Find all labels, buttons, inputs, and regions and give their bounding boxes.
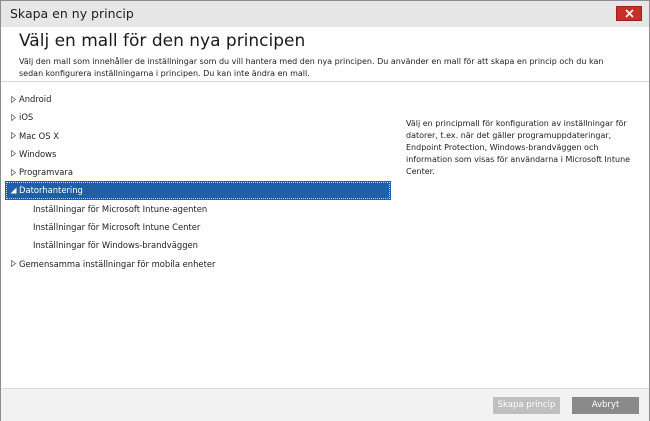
tree-item-intune-agent-settings[interactable]: Inställningar för Microsoft Intune-agent… bbox=[5, 200, 391, 218]
title-bar: Skapa en ny princip bbox=[1, 1, 649, 27]
dialog-footer: Skapa princip Avbryt bbox=[1, 388, 649, 421]
tree-item-mac-os-x[interactable]: Mac OS X bbox=[5, 127, 391, 145]
tree-item-label: Gemensamma inställningar för mobila enhe… bbox=[19, 258, 216, 269]
triangle-down-icon[interactable] bbox=[9, 181, 17, 199]
triangle-right-icon[interactable] bbox=[9, 163, 17, 181]
tree-item-label: Inställningar för Microsoft Intune-agent… bbox=[33, 203, 208, 214]
tree-item-windows-firewall-settings[interactable]: Inställningar för Windows-brandväggen bbox=[5, 236, 391, 254]
tree-item-intune-center-settings[interactable]: Inställningar för Microsoft Intune Cente… bbox=[5, 218, 391, 236]
tree-item-label: Android bbox=[19, 94, 52, 104]
tree-item-label: Inställningar för Windows-brandväggen bbox=[33, 240, 198, 251]
template-tree: Android iOS Mac OS X Windows Programvara… bbox=[5, 90, 391, 273]
tree-item-datorhantering[interactable]: Datorhantering bbox=[5, 181, 391, 200]
triangle-right-icon[interactable] bbox=[9, 145, 17, 163]
triangle-right-icon[interactable] bbox=[9, 127, 17, 145]
close-button[interactable] bbox=[616, 6, 642, 21]
dialog-content: Android iOS Mac OS X Windows Programvara… bbox=[1, 82, 649, 388]
tree-item-ios[interactable]: iOS bbox=[5, 108, 391, 126]
template-description: Välj en principmall för konfiguration av… bbox=[406, 119, 631, 176]
page-title: Välj en mall för den nya principen bbox=[19, 31, 306, 51]
tree-item-common-mobile-settings[interactable]: Gemensamma inställningar för mobila enhe… bbox=[5, 255, 391, 273]
tree-item-label: Datorhantering bbox=[19, 185, 83, 196]
close-icon bbox=[624, 9, 634, 18]
cancel-button[interactable]: Avbryt bbox=[572, 397, 639, 414]
tree-item-label: iOS bbox=[19, 112, 34, 123]
dialog-window: Skapa en ny princip Välj en mall för den… bbox=[0, 0, 650, 421]
triangle-right-icon[interactable] bbox=[9, 255, 17, 273]
create-policy-button[interactable]: Skapa princip bbox=[493, 397, 560, 414]
window-title: Skapa en ny princip bbox=[10, 6, 134, 21]
header-description: Välj den mall som innehåller de inställn… bbox=[19, 57, 604, 78]
tree-item-label: Mac OS X bbox=[19, 130, 59, 141]
triangle-right-icon[interactable] bbox=[9, 90, 17, 108]
tree-item-label: Programvara bbox=[19, 167, 73, 178]
tree-item-label: Inställningar för Microsoft Intune Cente… bbox=[33, 222, 201, 233]
tree-item-programvara[interactable]: Programvara bbox=[5, 163, 391, 181]
triangle-right-icon[interactable] bbox=[9, 108, 17, 126]
dialog-header: Välj en mall för den nya principen Välj … bbox=[1, 27, 649, 81]
tree-item-label: Windows bbox=[19, 148, 57, 159]
tree-item-windows[interactable]: Windows bbox=[5, 145, 391, 163]
tree-item-android[interactable]: Android bbox=[5, 90, 391, 108]
